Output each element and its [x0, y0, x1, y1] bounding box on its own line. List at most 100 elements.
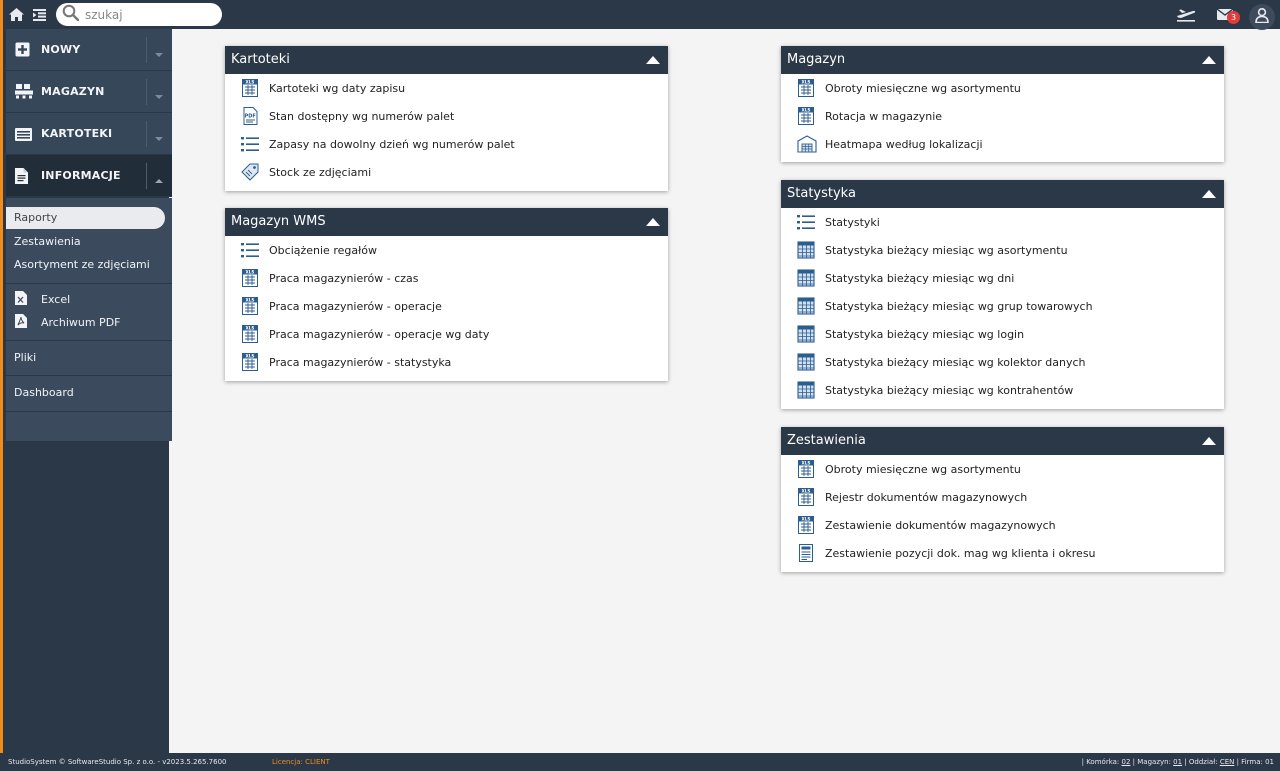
divider [6, 340, 172, 341]
xls-icon [241, 353, 259, 371]
sidebar-item-informacje[interactable]: INFORMACJE [6, 155, 172, 197]
divider [6, 411, 172, 412]
report-link[interactable]: Statystyka bieżący miesiąc wg dni [797, 266, 1014, 290]
report-link[interactable]: Praca magazynierów - operacje wg daty [241, 322, 489, 346]
list-icon [241, 135, 259, 153]
sidebar-item-kartoteki[interactable]: KARTOTEKI [6, 113, 172, 155]
report-link[interactable]: Obciążenie regałów [241, 238, 377, 262]
chevron-up-icon[interactable] [646, 54, 660, 64]
sidebar-item-label: INFORMACJE [41, 169, 121, 182]
xls-icon [241, 79, 259, 97]
report-label: Obroty miesięczne wg asortymentu [825, 462, 1021, 476]
submenu-item-excel[interactable]: Excel [41, 293, 70, 306]
report-label: Rejestr dokumentów magazynowych [825, 490, 1028, 504]
divider [146, 121, 147, 147]
report-link[interactable]: Praca magazynierów - operacje [241, 294, 442, 318]
table-icon [797, 381, 815, 399]
firma-label: | Firma: 01 [1236, 758, 1274, 766]
xls-icon [241, 269, 259, 287]
oddzial-link[interactable]: CEN [1220, 758, 1235, 766]
chevron-up-icon[interactable] [1202, 435, 1216, 445]
report-label: Statystyka bieżący miesiąc wg grup towar… [825, 299, 1093, 313]
panel-title: Zestawienia [787, 433, 866, 448]
home-icon[interactable] [8, 0, 24, 29]
user-icon [1255, 7, 1269, 27]
submenu-item-zestawienia[interactable]: Zestawienia [14, 235, 81, 248]
report-link[interactable]: Rejestr dokumentów magazynowych [797, 485, 1027, 509]
magazyn-label: | Magazyn: [1132, 758, 1171, 766]
report-link[interactable]: Statystyka bieżący miesiąc wg kontrahent… [797, 378, 1073, 402]
divider [6, 375, 172, 376]
chevron-up-icon[interactable] [646, 216, 660, 226]
report-link[interactable]: Zestawienie dokumentów magazynowych [797, 513, 1056, 537]
report-link[interactable]: Obroty miesięczne wg asortymentu [797, 457, 1021, 481]
mail-count-badge: 3 [1227, 11, 1240, 24]
panel-zestawienia: Zestawienia Obroty miesięczne wg asortym… [781, 427, 1224, 572]
report-link[interactable]: Rotacja w magazynie [797, 104, 942, 128]
report-link[interactable]: Statystyka bieżący miesiąc wg grup towar… [797, 294, 1093, 318]
xls-icon [797, 516, 815, 534]
report-link[interactable]: Zapasy na dowolny dzień wg numerów palet [241, 132, 515, 156]
table-icon [797, 269, 815, 287]
sidebar-item-magazyn[interactable]: MAGAZYN [6, 71, 172, 113]
forklift-icon [15, 84, 33, 99]
panel-title: Magazyn [787, 52, 846, 67]
submenu-item-dashboard[interactable]: Dashboard [14, 386, 74, 399]
komorka-link[interactable]: 02 [1122, 758, 1131, 766]
chevron-up-icon[interactable] [1202, 188, 1216, 198]
report-link[interactable]: Statystyka bieżący miesiąc wg login [797, 322, 1024, 346]
panel-kartoteki: Kartoteki Kartoteki wg daty zapisu Stan … [225, 46, 668, 191]
xls-icon [241, 297, 259, 315]
divider [146, 163, 147, 189]
sidebar-item-label: KARTOTEKI [41, 127, 113, 140]
report-link[interactable]: Stock ze zdjęciami [241, 160, 371, 184]
report-label: Zestawienie pozycji dok. mag wg klienta … [825, 546, 1096, 560]
report-link[interactable]: Stan dostępny wg numerów palet [241, 104, 454, 128]
report-label: Stan dostępny wg numerów palet [269, 109, 455, 123]
submenu-item-raporty[interactable]: Raporty [6, 207, 165, 229]
xls-icon [241, 325, 259, 343]
komorka-label: | Komórka: [1081, 758, 1120, 766]
submenu-item-archiwum-pdf[interactable]: Archiwum PDF [41, 316, 121, 329]
submenu-item-pliki[interactable]: Pliki [14, 351, 36, 364]
user-avatar[interactable] [1249, 4, 1275, 30]
report-label: Praca magazynierów - czas [269, 271, 419, 285]
report-link[interactable]: Praca magazynierów - czas [241, 266, 419, 290]
magazyn-link[interactable]: 01 [1173, 758, 1182, 766]
panel-header: Magazyn [781, 46, 1224, 74]
xls-icon [797, 488, 815, 506]
card-icon [15, 126, 32, 141]
report-link[interactable]: Statystyka bieżący miesiąc wg kolektor d… [797, 350, 1085, 374]
panel-header: Statystyka [781, 180, 1224, 208]
submenu-item-label: Raporty [14, 211, 58, 224]
report-label: Statystyki [825, 215, 880, 229]
search-input[interactable] [85, 7, 215, 22]
search-box[interactable] [56, 3, 222, 26]
report-link[interactable]: Statystyki [797, 210, 880, 234]
report-link[interactable]: Heatmapa według lokalizacji [797, 132, 983, 156]
report-link[interactable]: Kartoteki wg daty zapisu [241, 76, 405, 100]
table-icon [797, 241, 815, 259]
report-link[interactable]: Statystyka bieżący miesiąc wg asortyment… [797, 238, 1068, 262]
plane-icon[interactable] [1175, 0, 1197, 29]
xls-icon [797, 79, 815, 97]
report-label: Praca magazynierów - operacje wg daty [269, 327, 490, 341]
report-label: Zapasy na dowolny dzień wg numerów palet [269, 137, 515, 151]
chevron-up-icon[interactable] [1202, 54, 1216, 64]
panel-title: Statystyka [787, 186, 856, 201]
panel-title: Magazyn WMS [231, 214, 326, 229]
submenu-item-asortyment[interactable]: Asortyment ze zdjęciami [14, 258, 150, 271]
report-icon [797, 544, 815, 562]
sidebar-item-label: NOWY [41, 43, 81, 56]
sidebar-item-nowy[interactable]: NOWY [6, 29, 172, 71]
panel-statystyka: Statystyka Statystyki Statystyka bieżący… [781, 180, 1224, 409]
report-link[interactable]: Praca magazynierów - statystyka [241, 350, 451, 374]
list-icon [241, 241, 259, 259]
indent-list-icon[interactable] [31, 0, 47, 29]
license-text: Licencja: CLIENT [272, 758, 330, 766]
report-label: Statystyka bieżący miesiąc wg dni [825, 271, 1015, 285]
report-label: Kartoteki wg daty zapisu [269, 81, 406, 95]
report-link[interactable]: Zestawienie pozycji dok. mag wg klienta … [797, 541, 1096, 565]
warehouse-icon [797, 135, 817, 153]
report-link[interactable]: Obroty miesięczne wg asortymentu [797, 76, 1021, 100]
